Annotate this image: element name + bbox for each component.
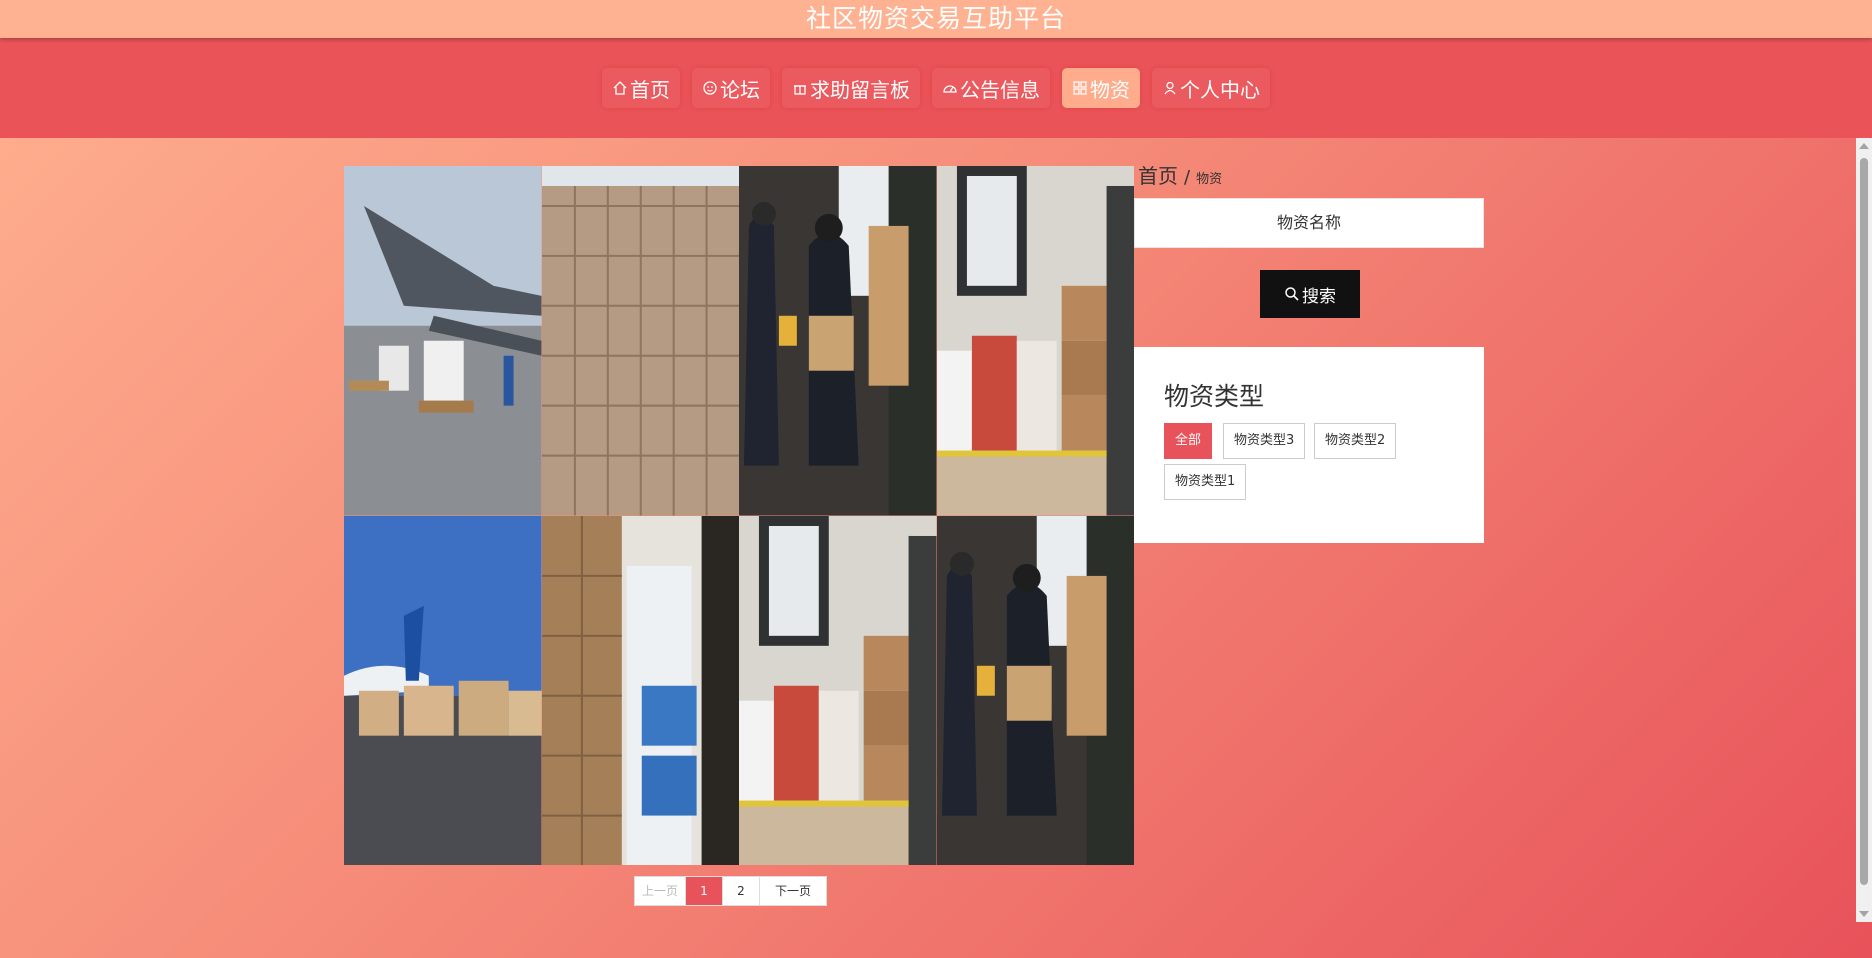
page-scrollbar[interactable] [1856,138,1872,922]
supply-item-card[interactable] [739,515,937,865]
nav-item-help-board[interactable]: 求助留言板 [782,68,920,108]
nav-item-announcements[interactable]: 公告信息 [932,68,1050,108]
gift-icon [794,85,806,95]
scroll-down-arrow-icon[interactable] [1859,911,1869,917]
page-button-1[interactable]: 1 [686,877,723,905]
search-button[interactable]: 搜索 [1260,270,1360,318]
next-page-button[interactable]: 下一页 [760,877,826,905]
supply-item-card[interactable] [344,166,542,516]
supply-item-image [936,166,1134,516]
nav-item-supplies[interactable]: 物资 [1062,68,1140,108]
nav-label: 物资 [1090,77,1130,102]
breadcrumb-current: 物资 [1196,172,1223,187]
nav-item-home[interactable]: 首页 [602,68,680,108]
supply-item-card[interactable] [541,166,739,516]
supply-item-card[interactable] [541,515,739,865]
gauge-icon [943,85,957,93]
user-icon [1164,81,1176,95]
supply-item-card[interactable] [344,515,542,865]
search-button-label: 搜索 [1302,286,1336,307]
supply-item-card[interactable] [936,515,1134,865]
supply-item-image [541,166,739,516]
breadcrumb-separator: / [1184,167,1191,188]
page-button-2[interactable]: 2 [723,877,760,905]
nav-item-forum[interactable]: 论坛 [692,68,770,108]
site-title: 社区物资交易互助平台 [805,4,1066,33]
category-tag-type2[interactable]: 物资类型2 [1314,423,1397,459]
nav-label: 个人中心 [1180,77,1260,102]
supply-item-image [344,166,542,516]
smile-icon [703,81,717,95]
pagination: 上一页 1 2 下一页 [634,876,827,906]
supply-item-card[interactable] [739,166,937,516]
breadcrumb-home[interactable]: 首页 [1138,160,1178,189]
category-panel: 物资类型 全部 物资类型3 物资类型2 物资类型1 [1134,347,1484,543]
search-input[interactable]: 物资名称 [1134,198,1484,248]
breadcrumb: 首页 / 物资 [1138,160,1222,189]
category-title: 物资类型 [1164,382,1265,411]
top-bar: 社区物资交易互助平台 [0,0,1872,38]
home-icon [613,81,627,95]
prev-page-button[interactable]: 上一页 [635,877,686,905]
supply-item-card[interactable] [936,166,1134,516]
search-icon [1285,287,1299,301]
category-tag-all[interactable]: 全部 [1164,423,1213,459]
supply-item-image [541,515,739,865]
nav-label: 公告信息 [960,77,1040,102]
nav-item-profile[interactable]: 个人中心 [1152,68,1270,108]
grid-icon [1073,81,1087,95]
nav-label: 求助留言板 [810,77,910,102]
supplies-gallery [344,166,1134,865]
supply-item-image [936,515,1134,865]
supply-item-image [344,515,542,865]
scroll-up-arrow-icon[interactable] [1859,143,1869,149]
category-tag-type3[interactable]: 物资类型3 [1223,423,1306,459]
nav-label: 论坛 [720,77,760,102]
nav-label: 首页 [630,77,670,102]
scrollbar-thumb[interactable] [1860,158,1868,885]
main-nav: 首页 论坛 求助留言板 公告信息 物资 个人中心 [0,38,1872,138]
supply-item-image [739,515,937,865]
supply-item-image [739,166,937,516]
category-tag-type1[interactable]: 物资类型1 [1164,464,1247,500]
